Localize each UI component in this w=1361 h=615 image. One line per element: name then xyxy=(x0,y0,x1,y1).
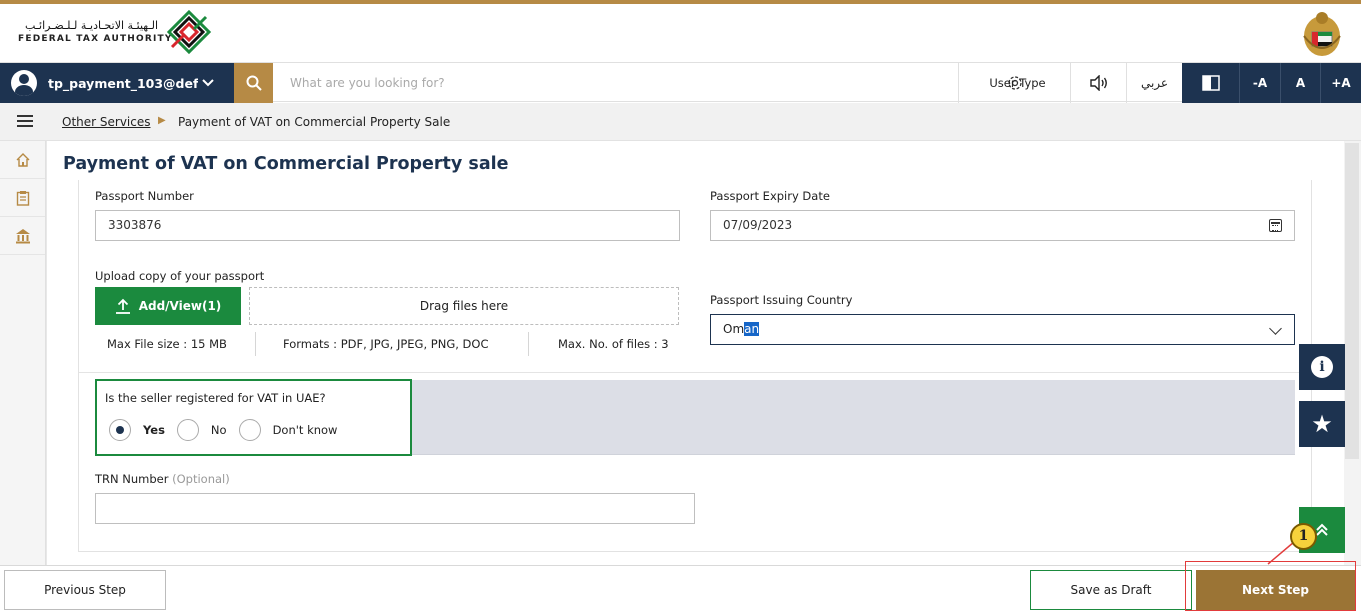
bank-icon xyxy=(15,228,30,243)
speaker-icon xyxy=(1089,75,1107,91)
chevron-down-icon xyxy=(202,79,214,87)
site-header: الـهيئـة الاتحـاديـة لـلـضـرائـب FEDERAL… xyxy=(0,4,1361,62)
max-file-size: Max File size : 15 MB xyxy=(107,337,227,351)
user-type-button[interactable]: User Type xyxy=(958,63,1070,103)
contrast-icon xyxy=(1201,75,1220,91)
text-to-speech-button[interactable] xyxy=(1070,63,1126,103)
home-icon xyxy=(16,152,29,167)
sidebar-item-home[interactable] xyxy=(0,141,45,179)
search-input[interactable] xyxy=(280,67,950,99)
font-decrease-button[interactable]: -A xyxy=(1239,63,1280,103)
trn-number-label: TRN Number (Optional) xyxy=(95,472,230,486)
user-email: tp_payment_103@def.c... xyxy=(48,75,198,91)
radio-yes[interactable] xyxy=(109,419,131,441)
file-drop-zone[interactable]: Drag files here xyxy=(249,287,679,325)
left-sidebar xyxy=(0,141,46,565)
previous-step-button[interactable]: Previous Step xyxy=(4,570,166,610)
breadcrumb-separator-icon: ▶ xyxy=(158,115,166,126)
chevron-down-icon xyxy=(1269,322,1282,335)
issuing-country-label: Passport Issuing Country xyxy=(710,293,853,307)
passport-expiry-value: 07/09/2023 xyxy=(723,218,793,232)
search-icon xyxy=(246,75,262,91)
user-type-label: User Type xyxy=(989,76,1046,90)
favorite-button[interactable]: ★ xyxy=(1299,401,1345,447)
radio-dont-know[interactable] xyxy=(238,419,261,441)
uae-emblem-icon xyxy=(1303,12,1341,56)
annotation-number-badge: 1 xyxy=(1290,523,1317,550)
clipboard-icon xyxy=(16,190,29,206)
issuing-country-value-prefix: Om xyxy=(723,322,745,336)
add-view-button[interactable]: Add/View(1) xyxy=(95,287,241,325)
passport-expiry-label: Passport Expiry Date xyxy=(710,189,830,203)
passport-number-label: Passport Number xyxy=(95,189,194,203)
save-as-draft-button[interactable]: Save as Draft xyxy=(1030,570,1192,610)
passport-expiry-field[interactable]: 07/09/2023 xyxy=(710,210,1295,241)
trn-number-field[interactable] xyxy=(95,493,695,524)
passport-number-field[interactable]: 3303876 xyxy=(95,210,680,241)
issuing-country-value-selected: an xyxy=(744,322,760,336)
font-increase-button[interactable]: +A xyxy=(1320,63,1361,103)
vat-radio-group: Yes No Don't know xyxy=(109,419,349,441)
max-files: Max. No. of files : 3 xyxy=(558,337,669,351)
breadcrumb: Other Services ▶ Payment of VAT on Comme… xyxy=(0,103,1361,141)
logo-text-english: FEDERAL TAX AUTHORITY xyxy=(18,34,173,44)
upload-icon xyxy=(115,298,130,314)
fta-logo-icon xyxy=(166,9,212,55)
user-menu[interactable]: tp_payment_103@def.c... xyxy=(0,63,234,103)
trn-label-text: TRN Number xyxy=(95,472,169,486)
radio-no[interactable] xyxy=(176,419,199,441)
calendar-icon[interactable] xyxy=(1269,219,1282,232)
user-avatar-icon xyxy=(11,70,37,96)
file-info-divider xyxy=(528,332,529,356)
radio-dont-know-label[interactable]: Don't know xyxy=(273,423,338,437)
hamburger-icon[interactable] xyxy=(17,115,33,127)
logo-text-arabic: الـهيئـة الاتحـاديـة لـلـضـرائـب xyxy=(24,19,158,32)
info-icon: i xyxy=(1311,356,1333,378)
vat-question-box: Is the seller registered for VAT in UAE?… xyxy=(95,379,412,456)
star-icon: ★ xyxy=(1311,410,1333,438)
issuing-country-select[interactable]: Oman xyxy=(710,314,1295,345)
trn-optional-text: (Optional) xyxy=(172,472,230,486)
vat-question: Is the seller registered for VAT in UAE? xyxy=(105,391,326,405)
font-reset-button[interactable]: A xyxy=(1280,63,1320,103)
contrast-button[interactable] xyxy=(1182,63,1239,103)
language-toggle[interactable]: عربي xyxy=(1126,63,1182,103)
footer-actions: Previous Step Save as Draft Next Step xyxy=(0,565,1361,615)
annotation-highlight-box xyxy=(1185,561,1356,611)
breadcrumb-link-other-services[interactable]: Other Services xyxy=(62,115,151,129)
sidebar-item-tasks[interactable] xyxy=(0,179,45,217)
top-toolbar: tp_payment_103@def.c... User Type عربي -… xyxy=(0,62,1361,103)
file-formats: Formats : PDF, JPG, JPEG, PNG, DOC xyxy=(283,337,489,351)
radio-yes-label[interactable]: Yes xyxy=(143,423,165,437)
scrollbar-thumb[interactable] xyxy=(1345,143,1359,459)
file-info-divider xyxy=(255,332,256,356)
breadcrumb-current: Payment of VAT on Commercial Property Sa… xyxy=(178,115,451,129)
radio-no-label[interactable]: No xyxy=(211,423,227,437)
search-button[interactable] xyxy=(234,63,273,103)
add-view-label: Add/View(1) xyxy=(138,299,222,313)
section-divider xyxy=(79,372,1311,373)
sidebar-item-services[interactable] xyxy=(0,217,45,255)
info-button[interactable]: i xyxy=(1299,344,1345,390)
page-title: Payment of VAT on Commercial Property sa… xyxy=(63,154,509,174)
upload-passport-label: Upload copy of your passport xyxy=(95,269,265,283)
